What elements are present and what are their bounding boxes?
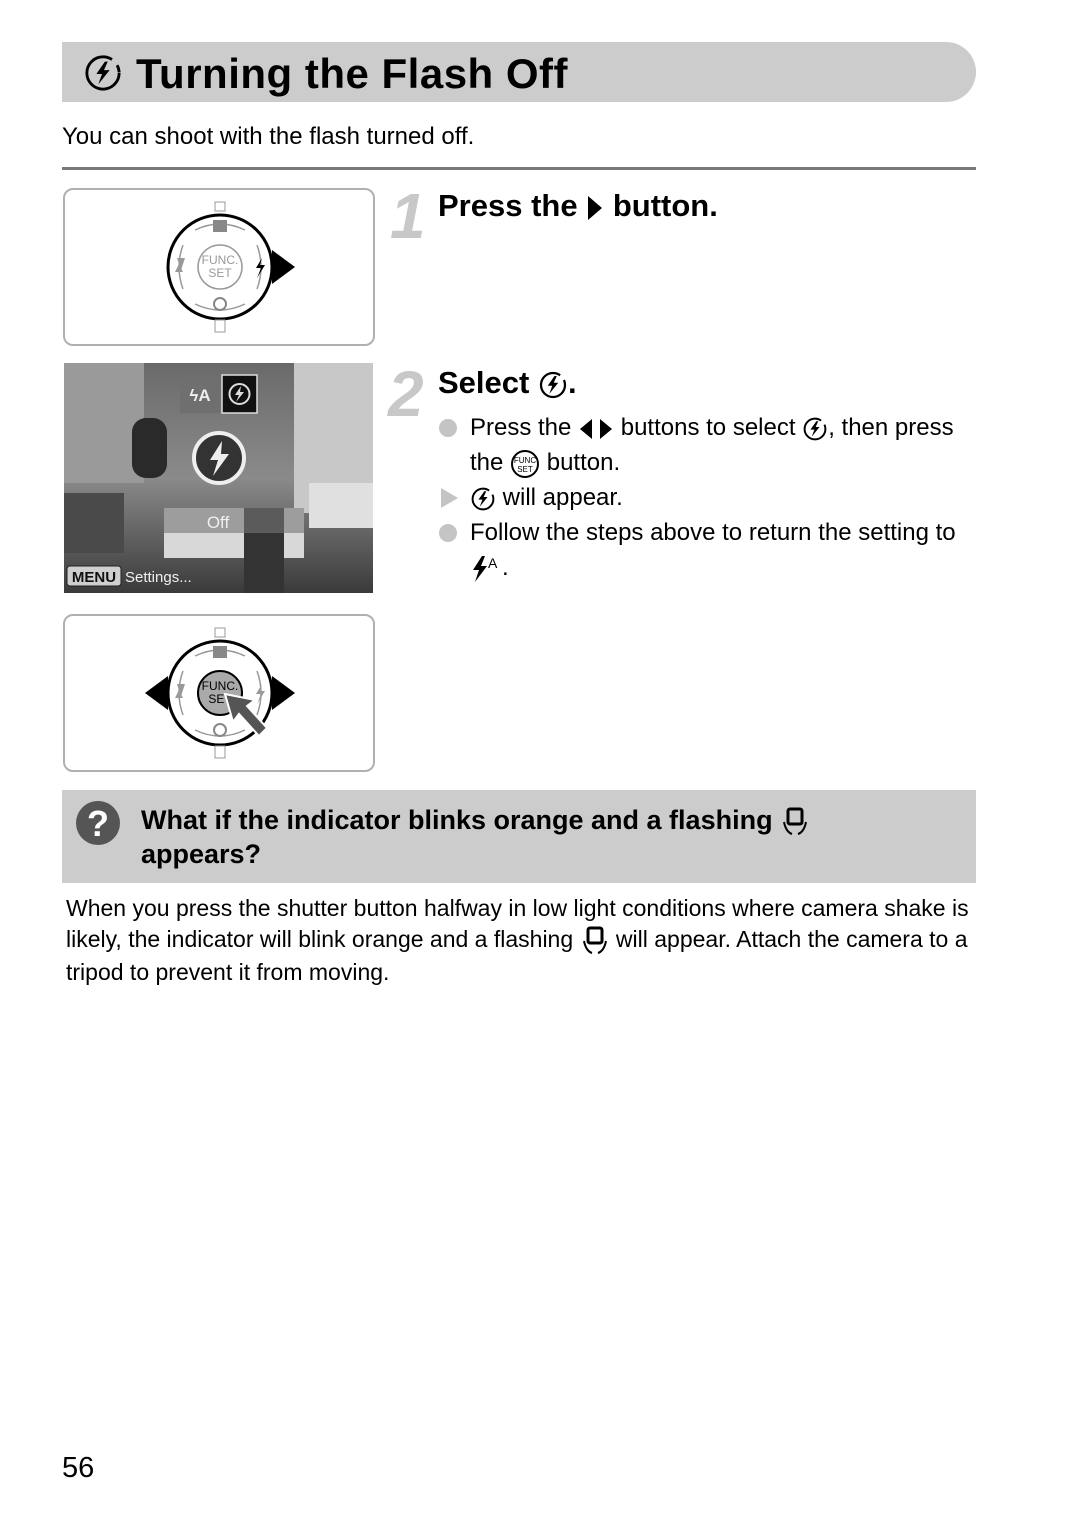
camera-shake-icon — [783, 807, 808, 835]
bullet-icon — [439, 524, 457, 542]
dial-illustration-func: FUNC. SET — [63, 614, 375, 772]
flash-off-large-icon — [192, 431, 246, 485]
right-arrow-icon — [272, 676, 295, 710]
step-2-title-after: . — [567, 365, 577, 400]
page-number: 56 — [62, 1452, 95, 1484]
instruction-item: Follow the steps above to return the set… — [438, 515, 978, 585]
flash-auto-label: ϟA — [189, 386, 210, 405]
step-2-title: Select . — [438, 364, 577, 402]
trash-icon — [214, 745, 226, 759]
question-icon: ? — [76, 801, 120, 845]
func-set-icon: FUNCSET — [511, 449, 540, 478]
step-number-1: 1 — [390, 180, 426, 252]
camera-shake-icon — [582, 926, 607, 954]
macro-landscape-icon — [175, 684, 185, 698]
page-title: Turning the Flash Off — [136, 50, 569, 97]
flash-auto-icon: A — [473, 555, 498, 582]
right-arrow-icon — [272, 250, 295, 284]
svg-text:A: A — [488, 555, 498, 571]
func-label: FUNC. — [202, 253, 239, 267]
rotate-icon — [214, 627, 226, 638]
left-arrow-icon — [145, 676, 168, 710]
step-1-title: Press the button. — [438, 187, 718, 225]
trash-icon — [214, 319, 226, 333]
step-1-title-after: button. — [612, 188, 718, 223]
svg-text:SET: SET — [517, 465, 533, 474]
result-item: will appear. — [438, 480, 978, 515]
func-label: FUNC. — [202, 679, 239, 693]
svg-text:?: ? — [87, 803, 109, 844]
dial-illustration-right: FUNC. SET — [63, 188, 375, 346]
rotate-icon — [214, 201, 226, 212]
macro-landscape-icon — [175, 258, 185, 272]
flash-off-icon — [803, 417, 827, 441]
intro-text: You can shoot with the flash turned off. — [62, 123, 475, 150]
settings-label: Settings... — [125, 569, 192, 586]
menu-label: MENU — [72, 569, 116, 586]
faq-title: What if the indicator blinks orange and … — [141, 804, 941, 871]
off-label: Off — [207, 513, 230, 532]
instruction-item: Press the buttons to select , then press… — [438, 410, 978, 480]
step-number-2: 2 — [388, 358, 424, 430]
set-label: SET — [208, 266, 232, 280]
left-right-arrows-icon — [580, 418, 613, 439]
self-timer-icon — [213, 297, 227, 311]
camera-screen-photo: ϟA Off MENU Settings... — [64, 363, 373, 593]
faq-body: When you press the shutter button halfwa… — [66, 895, 969, 985]
step-2-title-before: Select — [438, 365, 530, 400]
bullet-icon — [439, 419, 457, 437]
step-1-title-before: Press the — [438, 188, 578, 223]
flash-off-icon — [539, 371, 567, 398]
flash-off-icon — [471, 487, 495, 511]
flash-off-icon — [85, 55, 121, 91]
exposure-icon — [213, 646, 227, 658]
self-timer-icon — [213, 723, 227, 737]
exposure-icon — [213, 220, 227, 232]
right-arrow-icon — [588, 195, 603, 220]
result-arrow-icon — [441, 488, 458, 508]
svg-text:FUNC: FUNC — [514, 456, 536, 465]
step-2-instructions: Press the buttons to select , then press… — [438, 410, 978, 585]
divider — [62, 167, 976, 170]
